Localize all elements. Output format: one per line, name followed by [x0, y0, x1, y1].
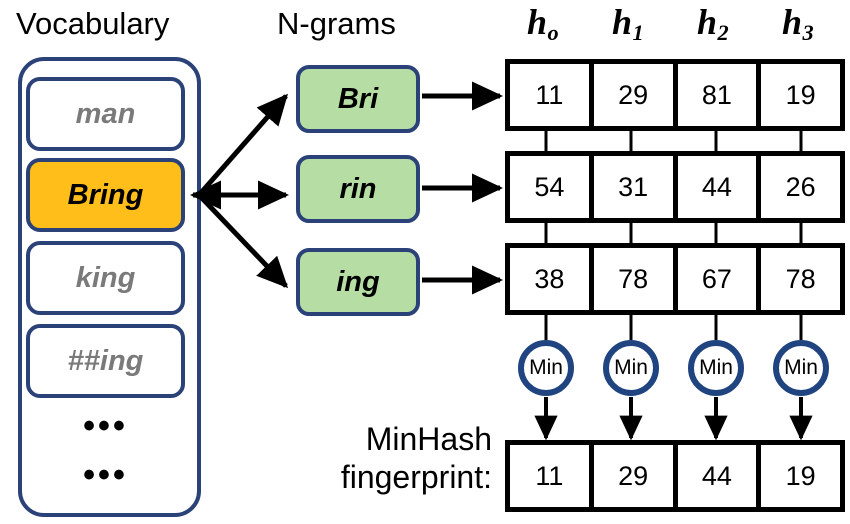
hash-cell: 67	[678, 248, 762, 310]
hash-cell: 11	[510, 64, 594, 126]
hash-header-h2-base: h	[697, 2, 718, 42]
hash-header-h0-sub: o	[547, 20, 559, 46]
ngrams-title: N-grams	[277, 6, 396, 41]
hash-header-h3: h3	[782, 2, 814, 44]
fingerprint-cell: 44	[678, 445, 762, 507]
hash-header-h1-base: h	[612, 2, 633, 42]
ngram-item-ing-label: ing	[336, 265, 380, 298]
hash-cell: 44	[678, 156, 762, 218]
min-operator-3[interactable]: Min	[773, 340, 829, 396]
vocabulary-item-bring[interactable]: Bring	[26, 158, 185, 232]
minhash-fingerprint-label-line1: MinHash	[365, 421, 492, 457]
hash-cell: 31	[594, 156, 678, 218]
fingerprint-cell: 19	[785, 460, 816, 491]
ngram-item-bri-label: Bri	[337, 82, 379, 115]
hash-cell: 38	[510, 248, 594, 310]
minhash-fingerprint-label-line2: fingerprint:	[340, 458, 492, 495]
vocabulary-item-king[interactable]: king	[26, 241, 185, 315]
hash-header-h1-sub: 1	[632, 20, 644, 46]
ngram-item-ing[interactable]: ing	[296, 248, 420, 316]
vocabulary-item-man-label: man	[75, 97, 136, 130]
hash-header-h2-sub: 2	[717, 20, 729, 46]
hash-header-h0: ho	[527, 2, 559, 44]
hash-header-h0-base: h	[527, 2, 548, 42]
arrow-bring-to-bri	[197, 93, 288, 197]
minhash-fingerprint-label: MinHash fingerprint:	[262, 421, 492, 497]
hash-header-h3-sub: 3	[802, 20, 814, 46]
arrow-bring-to-ing	[197, 193, 289, 289]
min-operator-1[interactable]: Min	[603, 340, 659, 396]
min-operator-1-label: Min	[614, 356, 648, 379]
ngram-item-rin-label: rin	[339, 172, 377, 205]
hash-row-bri: 11 29 81 19	[505, 59, 845, 131]
hash-cell: 78	[785, 263, 816, 294]
vocabulary-ellipsis-2: •••	[83, 456, 128, 494]
vocabulary-item-king-label: king	[75, 261, 136, 294]
min-operator-2[interactable]: Min	[688, 340, 744, 396]
hash-header-h3-base: h	[782, 2, 803, 42]
hash-row-rin: 54 31 44 26	[505, 151, 845, 223]
ngram-item-bri[interactable]: Bri	[296, 65, 420, 133]
vocabulary-item-hashing[interactable]: ##ing	[26, 324, 185, 398]
min-operator-0-label: Min	[529, 356, 563, 379]
vocabulary-item-bring-label: Bring	[67, 178, 144, 211]
min-operator-0[interactable]: Min	[518, 340, 574, 396]
hash-cell: 78	[594, 248, 678, 310]
hash-cell: 26	[785, 171, 816, 202]
arrows-min-to-fingerprint	[534, 397, 813, 441]
min-operator-3-label: Min	[784, 356, 818, 379]
hash-row-ing: 38 78 67 78	[505, 243, 845, 315]
hash-cell: 54	[510, 156, 594, 218]
hash-cell: 29	[594, 64, 678, 126]
fingerprint-cell: 29	[594, 445, 678, 507]
hash-cell: 81	[678, 64, 762, 126]
ngram-item-rin[interactable]: rin	[296, 155, 420, 223]
fingerprint-cell: 11	[510, 445, 594, 507]
vocabulary-ellipsis-1: •••	[83, 407, 128, 445]
hash-header-h2: h2	[697, 2, 729, 44]
hash-header-h1: h1	[612, 2, 644, 44]
vocabulary-item-hashing-label: ##ing	[67, 344, 144, 377]
vocabulary-title: Vocabulary	[16, 6, 170, 41]
diagram-canvas: Vocabulary N-grams ho h1 h2 h3 man Bring…	[0, 0, 850, 524]
fingerprint-row: 11 29 44 19	[505, 440, 845, 512]
min-operator-2-label: Min	[699, 356, 733, 379]
hash-cell: 19	[785, 79, 816, 110]
vocabulary-item-man[interactable]: man	[26, 77, 185, 151]
